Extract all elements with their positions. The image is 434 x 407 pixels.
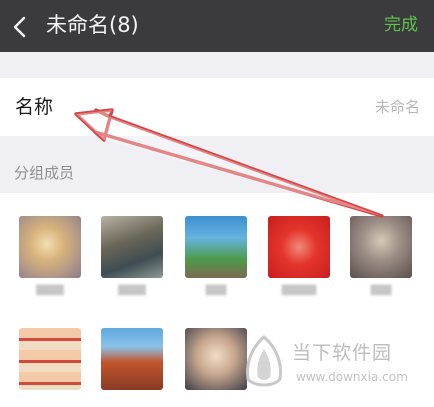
member-name: ███ — [370, 286, 392, 296]
member-item[interactable] — [185, 328, 247, 390]
member-avatar-4 — [268, 216, 330, 278]
group-name-row[interactable]: 名称 未命名 — [0, 78, 434, 136]
member-item[interactable] — [101, 328, 163, 390]
member-item[interactable]: ████ — [101, 216, 163, 296]
member-avatar-3 — [185, 216, 247, 278]
member-name: ███ — [205, 286, 227, 296]
member-item[interactable]: ████ — [19, 216, 81, 296]
done-button[interactable]: 完成 — [384, 14, 418, 36]
member-name: ████ — [118, 286, 146, 296]
back-button[interactable] — [4, 4, 44, 48]
member-item[interactable]: █████ — [268, 216, 330, 296]
member-avatar-2 — [101, 216, 163, 278]
member-name: ████ — [36, 286, 64, 296]
watermark-logo-icon — [246, 335, 282, 387]
page-title: 未命名(8) — [46, 13, 139, 37]
member-avatar-6 — [19, 328, 81, 390]
watermark-title: 当下软件园 — [292, 342, 393, 364]
watermark-url: www.downxia.com — [296, 370, 408, 384]
members-section-header: 分组成员 — [14, 164, 75, 182]
top-bar: 未命名(8) 完成 — [0, 0, 434, 52]
name-label: 名称 — [15, 96, 54, 118]
member-item[interactable] — [19, 328, 81, 390]
chevron-left-icon — [13, 16, 26, 38]
name-value: 未命名 — [374, 98, 420, 116]
member-avatar-7 — [101, 328, 163, 390]
member-avatar-8 — [185, 328, 247, 390]
member-item[interactable]: ███ — [350, 216, 412, 296]
member-item[interactable]: ███ — [185, 216, 247, 296]
member-name: █████ — [281, 286, 317, 296]
member-avatar-1 — [19, 216, 81, 278]
member-avatar-5 — [350, 216, 412, 278]
